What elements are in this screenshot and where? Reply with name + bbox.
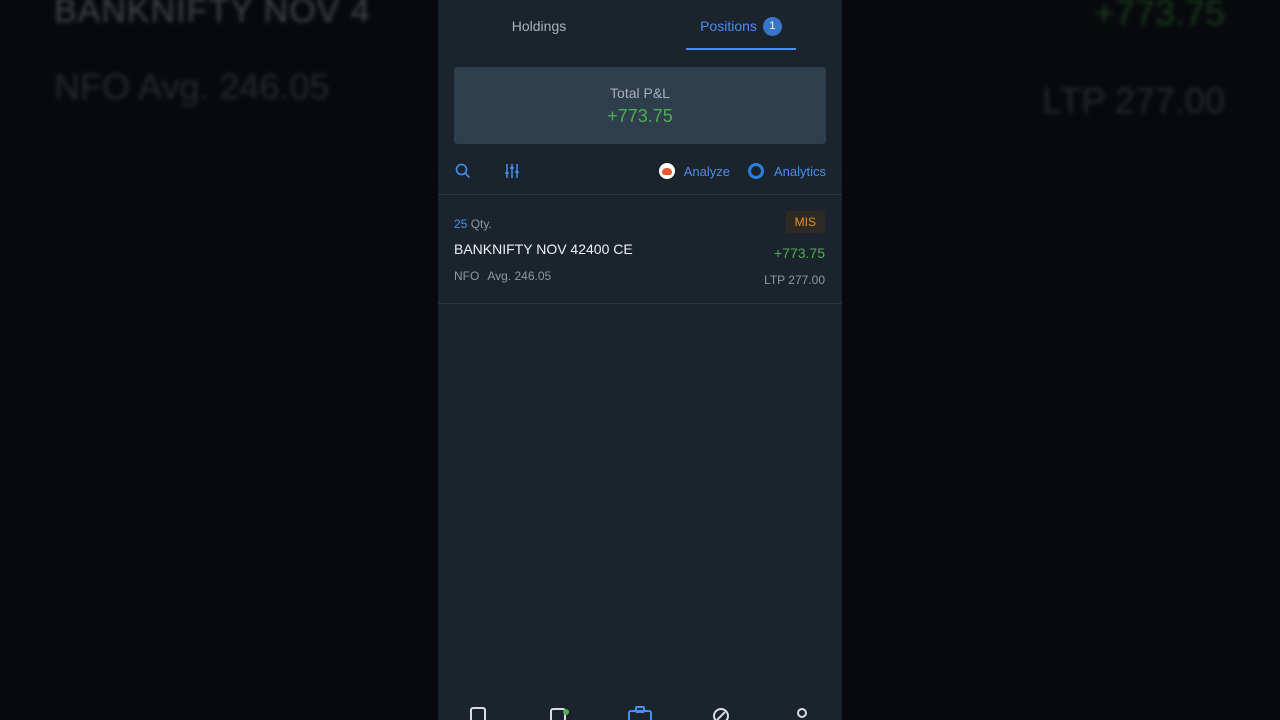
positions-count-badge: 1 xyxy=(762,16,782,36)
tab-positions-label: Positions xyxy=(700,18,757,34)
search-icon[interactable] xyxy=(454,162,472,180)
analytics-label: Analytics xyxy=(773,163,826,179)
product-badge: MIS xyxy=(785,211,825,233)
position-ltp: LTP 277.00 xyxy=(764,273,825,287)
position-avg: Avg. 246.05 xyxy=(487,269,552,283)
total-pnl-card: Total P&L +773.75 xyxy=(454,67,826,144)
portfolio-screen: Holdings Positions 1 Total P&L +773.75 A… xyxy=(438,0,842,720)
tab-holdings[interactable]: Holdings xyxy=(438,0,640,52)
position-pnl: +773.75 xyxy=(774,245,825,261)
total-pnl-value: +773.75 xyxy=(607,105,673,126)
orders-icon[interactable] xyxy=(547,706,571,720)
analyze-icon xyxy=(658,163,675,179)
positions-toolbar: Analyze Analytics xyxy=(438,148,842,195)
tab-bar: Holdings Positions 1 xyxy=(438,0,842,52)
analytics-button[interactable]: Analytics xyxy=(747,163,826,179)
position-row[interactable]: 25 Qty. BANKNIFTY NOV 42400 CE NFO Avg. 2… xyxy=(438,195,842,304)
total-pnl-label: Total P&L xyxy=(610,84,670,101)
portfolio-icon[interactable] xyxy=(627,706,652,720)
watchlist-icon[interactable] xyxy=(466,706,490,720)
position-qty: 25 Qty. xyxy=(454,217,492,231)
tab-positions[interactable]: Positions 1 xyxy=(640,0,842,52)
bottom-nav xyxy=(438,706,842,720)
bids-icon[interactable] xyxy=(709,706,733,720)
analyze-label: Analyze xyxy=(683,163,730,179)
screen: BANKNIFTY NOV 4 NFO Avg. 246.05 +773.75 … xyxy=(0,0,1280,720)
profile-icon[interactable] xyxy=(790,706,814,720)
filter-icon[interactable] xyxy=(503,162,521,180)
position-exchange: NFO xyxy=(454,269,480,283)
analyze-button[interactable]: Analyze xyxy=(658,163,730,179)
position-qty-suffix: Qty. xyxy=(470,217,492,231)
position-qty-value: 25 xyxy=(454,217,468,231)
analytics-icon xyxy=(747,163,764,179)
position-symbol: BANKNIFTY NOV 42400 CE xyxy=(454,241,633,257)
tab-holdings-label: Holdings xyxy=(511,18,567,34)
position-meta: NFO Avg. 246.05 xyxy=(454,269,551,283)
